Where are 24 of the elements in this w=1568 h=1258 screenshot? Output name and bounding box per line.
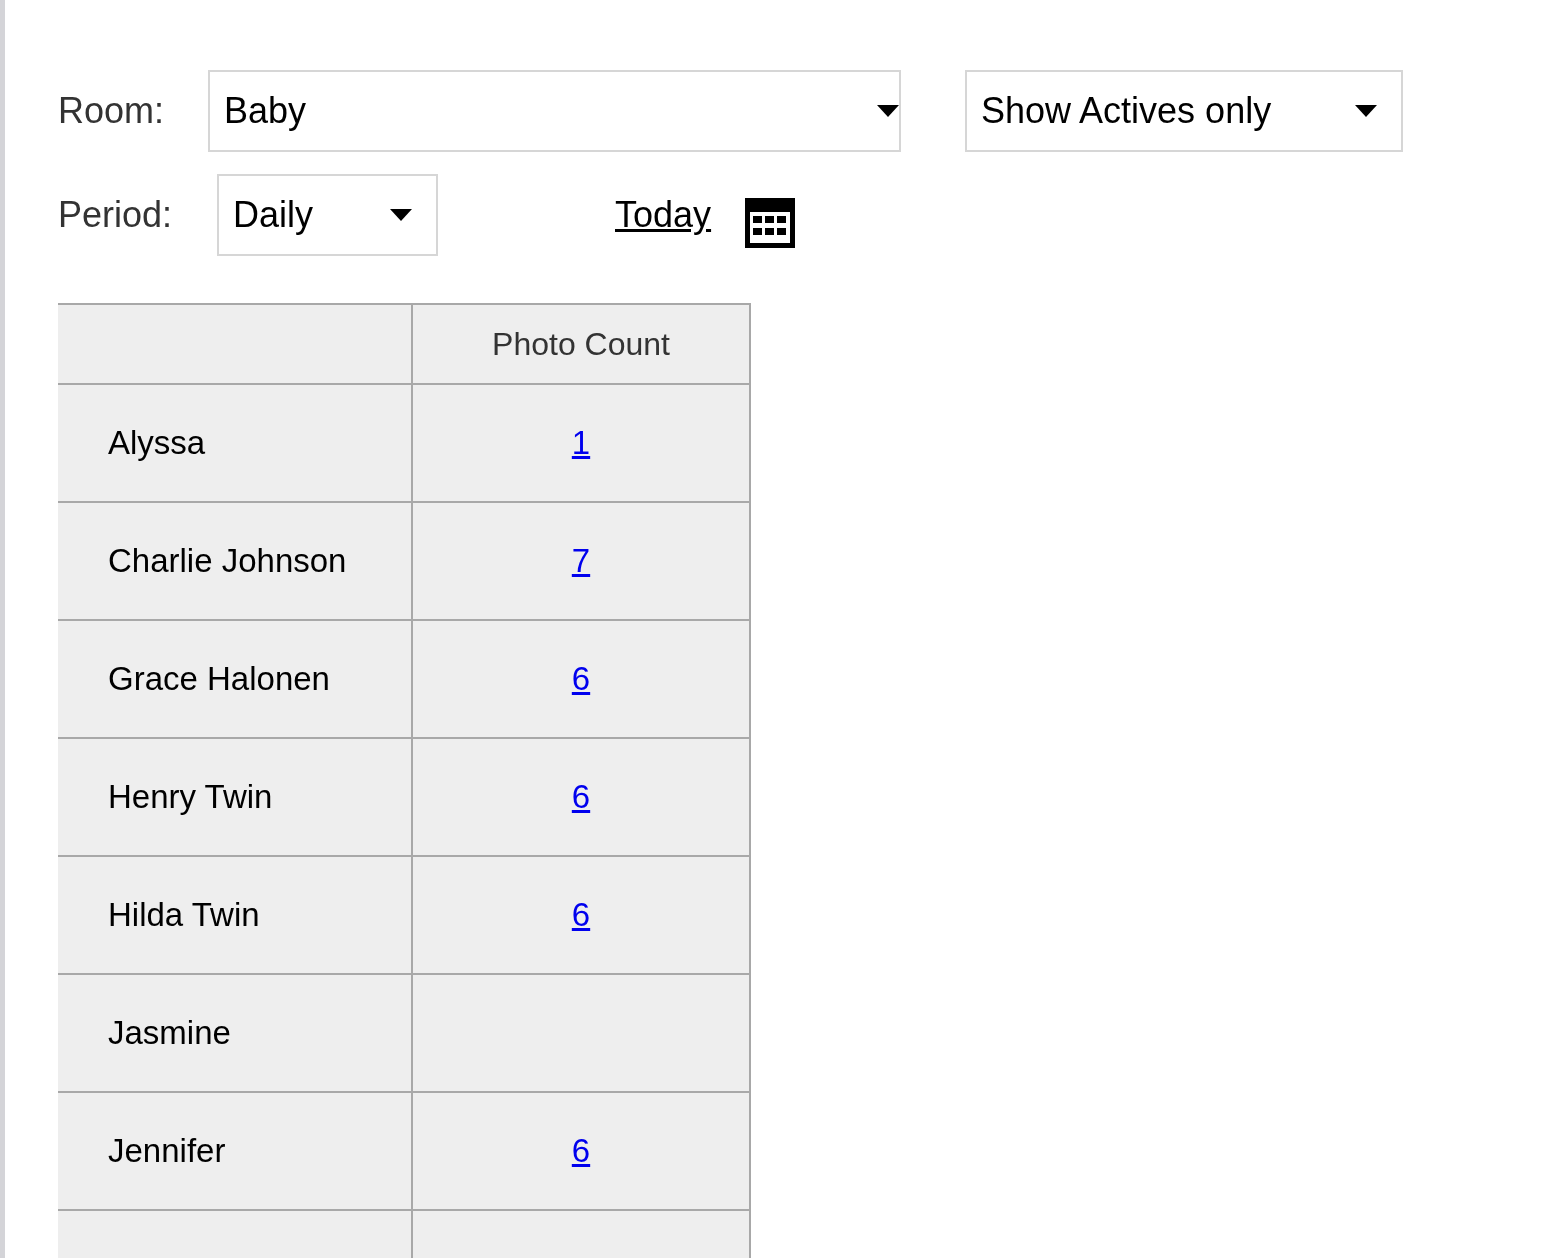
photo-count-link[interactable]: 6 xyxy=(571,1132,591,1169)
period-select[interactable]: Daily xyxy=(217,174,438,256)
child-name: Jennifer xyxy=(108,1132,226,1169)
status-select[interactable]: Show Actives only xyxy=(965,70,1403,152)
room-select[interactable]: Baby xyxy=(208,70,901,152)
child-name: Charlie Johnson xyxy=(108,542,347,579)
photo-count-link[interactable]: 6 xyxy=(571,778,591,815)
column-header: Photo Count xyxy=(492,325,670,362)
calendar-icon[interactable] xyxy=(745,198,796,248)
photo-count-link[interactable]: 6 xyxy=(571,660,591,697)
caret-icon xyxy=(390,209,412,221)
photo-count-link[interactable]: 6 xyxy=(571,896,591,933)
child-name: Jasmine xyxy=(108,1014,231,1051)
period-label: Period: xyxy=(58,194,174,236)
child-name: Alyssa xyxy=(108,424,206,461)
caret-icon xyxy=(1355,105,1377,117)
room-label: Room: xyxy=(58,90,166,132)
caret-icon xyxy=(877,105,899,117)
child-name: Grace Halonen xyxy=(108,660,330,697)
photo-count-link[interactable]: 7 xyxy=(571,542,591,579)
child-name: Henry Twin xyxy=(108,778,273,815)
child-name: Hilda Twin xyxy=(108,896,260,933)
today-link[interactable]: Today xyxy=(615,194,712,236)
photo-count-link[interactable]: 1 xyxy=(571,424,591,461)
